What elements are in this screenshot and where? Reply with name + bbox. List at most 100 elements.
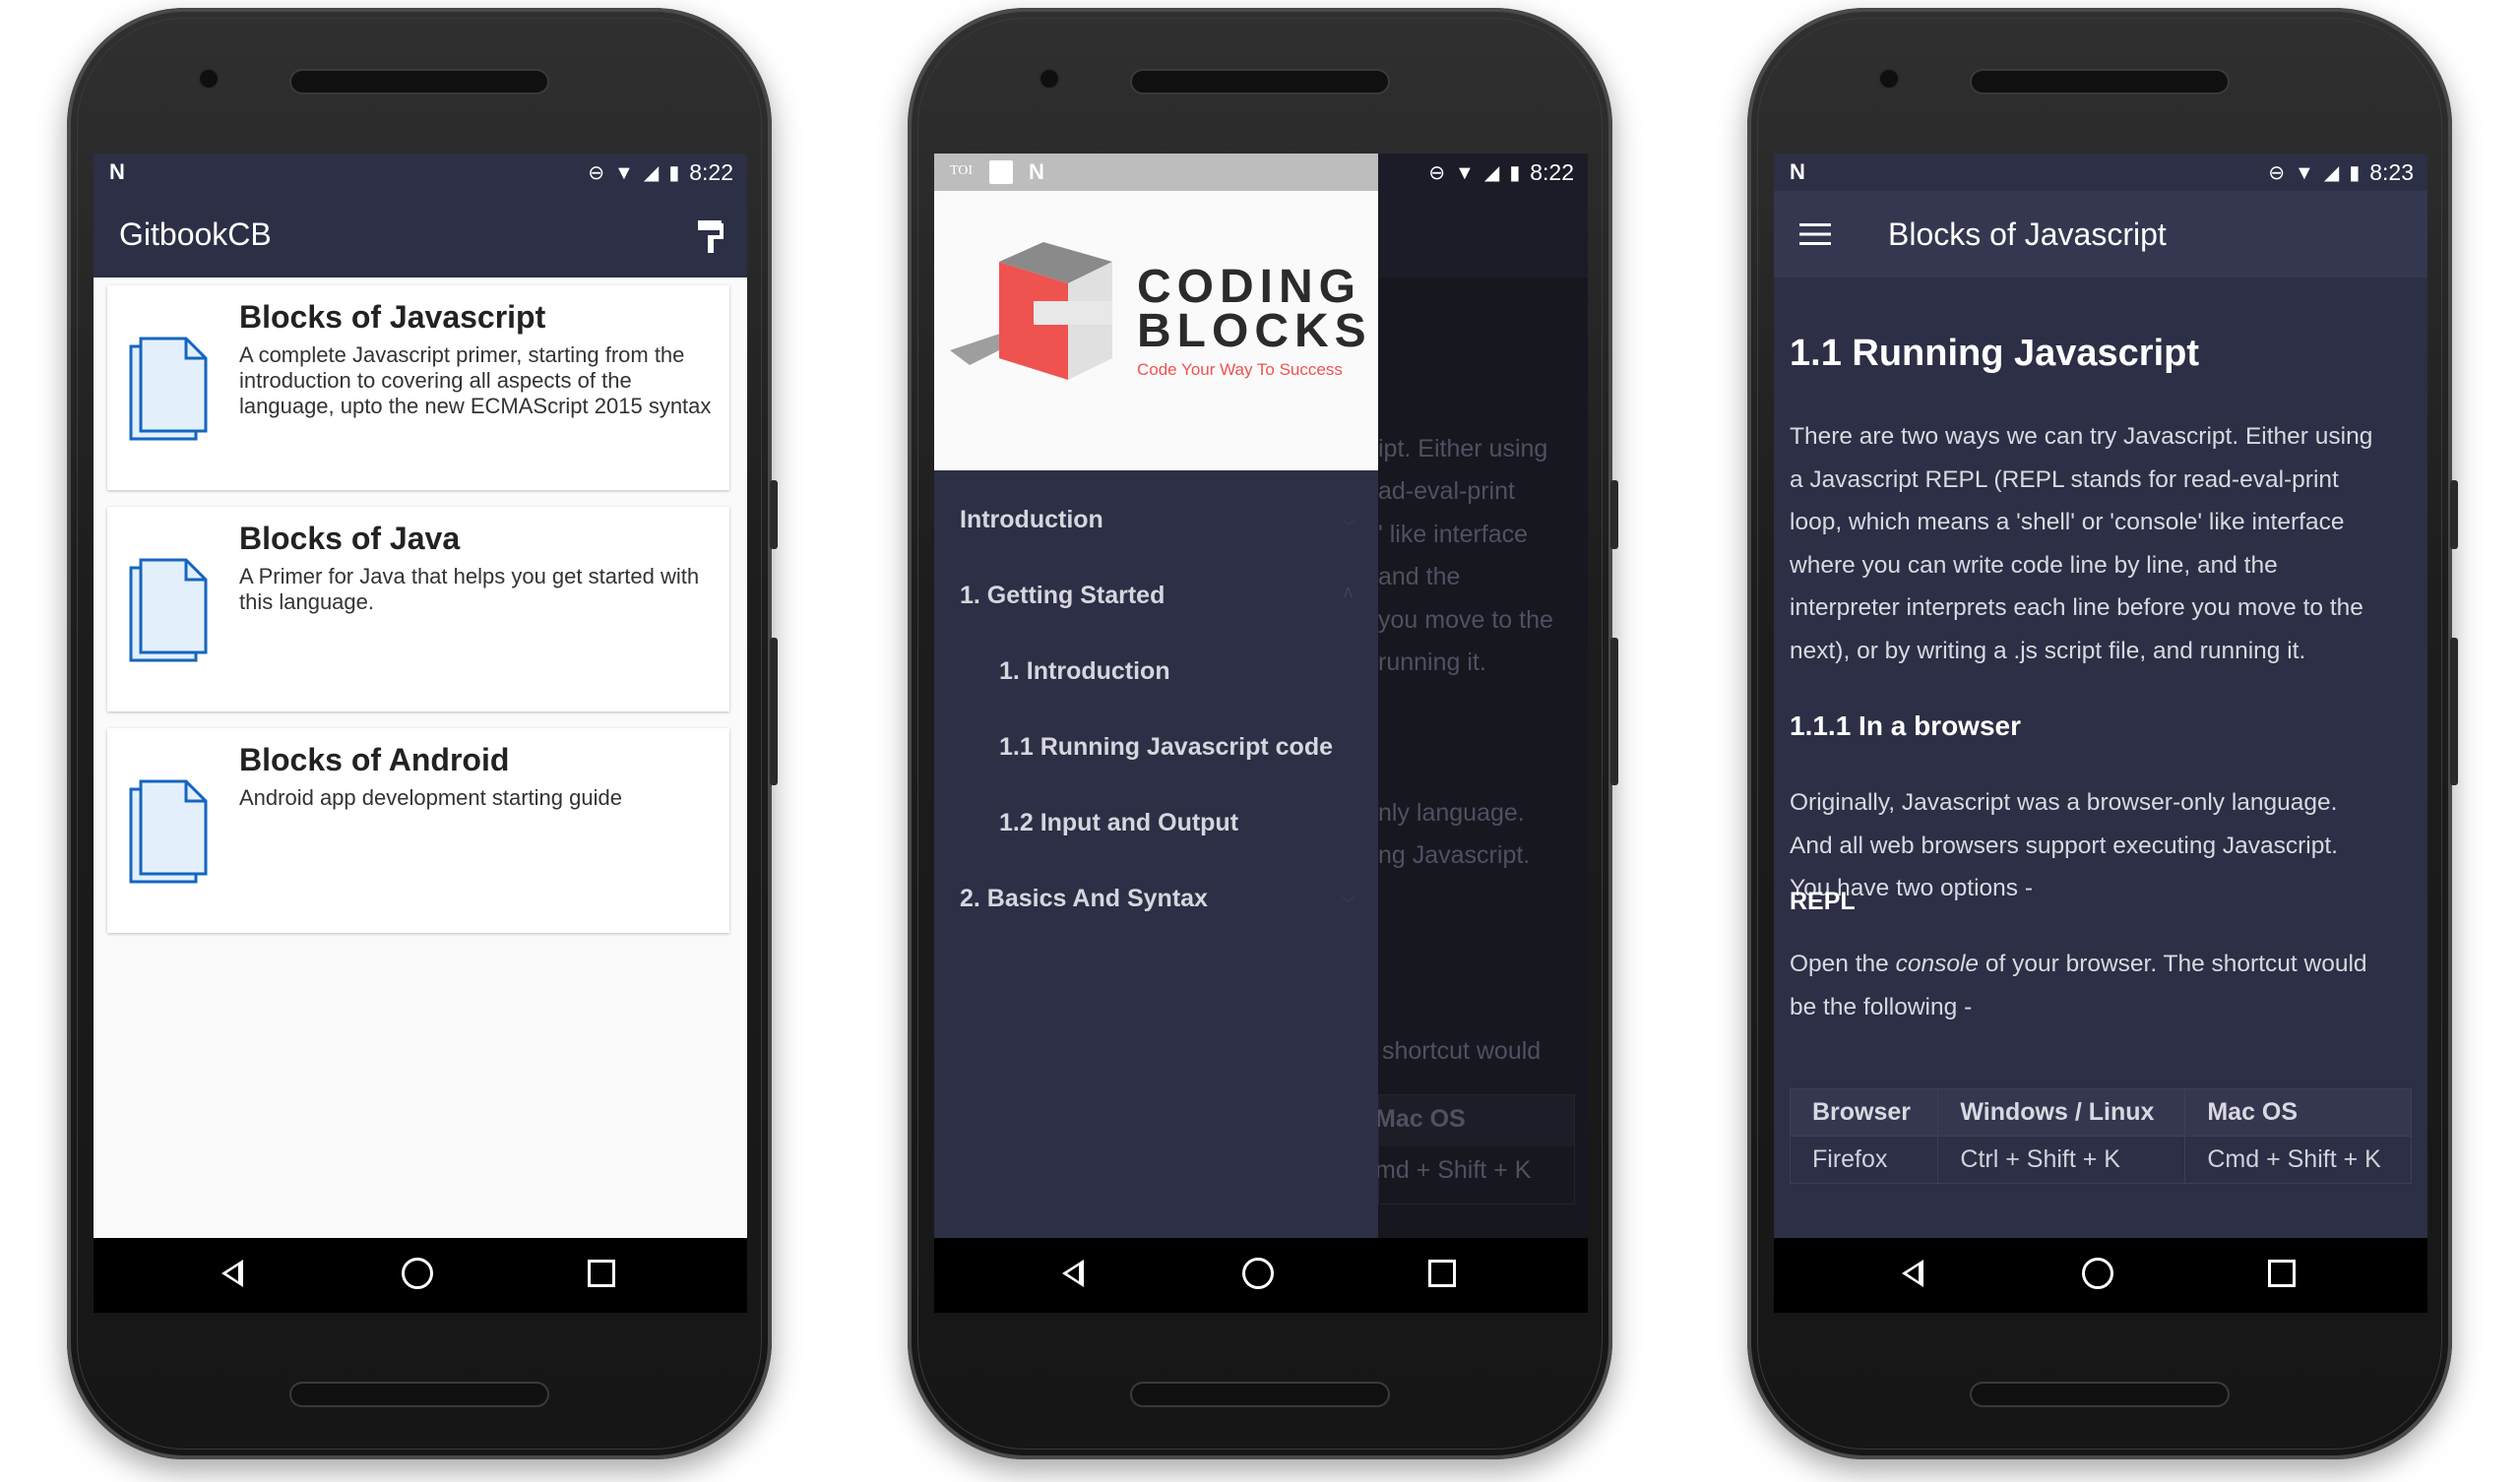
screen: ⊖ ▼ ◢ ▮ 8:22 ipt. Either using ad-eval-p…	[934, 154, 1588, 1313]
table-header-row: Browser Windows / Linux Mac OS	[1789, 1088, 2412, 1137]
volume-button	[1610, 638, 1618, 785]
dimmed-content: ipt. Either using ad-eval-print ' like i…	[1375, 278, 1588, 1238]
front-camera	[1880, 70, 1898, 88]
home-icon[interactable]	[402, 1258, 433, 1289]
behind-text: ipt. Either using	[1378, 435, 1548, 463]
behind-text: Mac OS	[1375, 1105, 1466, 1133]
behind-text: ad-eval-print	[1378, 477, 1515, 505]
toc-item-basics-syntax[interactable]: 2. Basics And Syntax	[960, 885, 1208, 913]
text-line: Originally, Javascript was a browser-onl…	[1790, 789, 2338, 816]
bottom-speaker	[1972, 1384, 2228, 1405]
book-card-java[interactable]: Blocks of Java A Primer for Java that he…	[107, 507, 729, 711]
recents-icon[interactable]	[2268, 1260, 2296, 1287]
behind-text: you move to the	[1378, 606, 1553, 634]
toc-item-input-output[interactable]: 1.2 Input and Output	[999, 809, 1238, 837]
repl-heading: REPL	[1790, 888, 1856, 915]
home-icon[interactable]	[2082, 1258, 2113, 1289]
top-speaker	[1132, 71, 1388, 93]
recents-icon[interactable]	[1428, 1260, 1456, 1287]
text-line: You have two options -	[1790, 875, 2033, 901]
battery-icon: ▮	[668, 161, 680, 184]
paragraph: There are two ways we can try Javascript…	[1790, 415, 2420, 672]
status-bar: N ⊖ ▼ ◢ ▮ 8:22	[94, 154, 747, 191]
navigation-drawer: TOI N CODING BLOCKS Code Your Way To Suc…	[934, 154, 1378, 1238]
power-button	[2450, 480, 2458, 549]
power-button	[770, 480, 778, 549]
signal-icon: ◢	[1483, 161, 1500, 184]
back-icon[interactable]	[1902, 1260, 1923, 1287]
toc-item-getting-started[interactable]: 1. Getting Started	[960, 582, 1165, 610]
book-card-javascript[interactable]: Blocks of Javascript A complete Javascri…	[107, 285, 729, 490]
back-icon[interactable]	[221, 1260, 243, 1287]
behind-text: shortcut would	[1382, 1037, 1542, 1065]
drawer-header: CODING BLOCKS Code Your Way To Success	[934, 191, 1378, 470]
front-camera	[200, 70, 218, 88]
system-nav-bar	[934, 1238, 1588, 1313]
text-line: where you can write code line by line, a…	[1790, 551, 2278, 579]
behind-text: nly language.	[1378, 799, 1525, 827]
bottom-speaker	[1132, 1384, 1388, 1405]
battery-icon: ▮	[1509, 161, 1521, 184]
logo-line-2: BLOCKS	[1137, 305, 1372, 357]
document-icon	[129, 558, 208, 662]
behind-text: md + Shift + K	[1375, 1156, 1532, 1184]
power-button	[1610, 480, 1618, 549]
table-header: Browser	[1789, 1088, 1939, 1137]
top-speaker	[291, 71, 547, 93]
screen: N ⊖ ▼ ◢ ▮ 8:23 Blocks of Javascript 1.1 …	[1774, 154, 2427, 1313]
bottom-speaker	[291, 1384, 547, 1405]
chevron-down-icon[interactable]: ⌵	[1342, 887, 1355, 907]
table-header: Windows / Linux	[1937, 1088, 2186, 1137]
table-header: Mac OS	[2184, 1088, 2412, 1137]
recents-icon[interactable]	[588, 1260, 615, 1287]
chevron-down-icon[interactable]: ⌵	[1342, 510, 1355, 530]
toi-icon: TOI	[950, 163, 974, 178]
document-icon	[129, 779, 208, 884]
toc-item-sub-introduction[interactable]: 1. Introduction	[999, 657, 1170, 686]
behind-text: ' like interface	[1378, 521, 1529, 548]
back-icon[interactable]	[1062, 1260, 1084, 1287]
text-line: interpreter interprets each line before …	[1790, 594, 2363, 621]
table-cell: Firefox	[1789, 1136, 1939, 1184]
coding-blocks-logo	[950, 242, 1112, 380]
dnd-icon: ⊖	[1428, 161, 1446, 184]
paint-roller-icon[interactable]	[696, 218, 725, 254]
wifi-icon: ▼	[1455, 161, 1475, 184]
white-square-icon	[989, 160, 1013, 184]
status-time: 8:22	[689, 159, 733, 185]
text-line: a Javascript REPL (REPL stands for read-…	[1790, 465, 2339, 493]
card-description: Android app development starting guide	[239, 785, 622, 810]
table-cell: Cmd + Shift + K	[2184, 1136, 2412, 1184]
chevron-up-icon[interactable]: ∧	[1342, 582, 1354, 602]
logo-tagline: Code Your Way To Success	[1137, 360, 1343, 379]
card-title: Blocks of Javascript	[239, 299, 546, 335]
status-time: 8:22	[1530, 159, 1574, 185]
status-time: 8:23	[2369, 159, 2414, 185]
home-icon[interactable]	[1242, 1258, 1274, 1289]
text-line: Open the console of your browser. The sh…	[1790, 943, 2420, 986]
notification-n-icon: N	[109, 159, 125, 184]
phone-1: N ⊖ ▼ ◢ ▮ 8:22 GitbookCB Blocks of Javas…	[67, 8, 778, 1459]
text-line: be the following -	[1790, 993, 1973, 1020]
text-span: Open the	[1790, 951, 1896, 977]
signal-icon: ◢	[2323, 161, 2340, 184]
text-span: of your browser. The shortcut would	[1979, 951, 2367, 977]
app-title: GitbookCB	[119, 216, 272, 252]
signal-icon: ◢	[643, 161, 660, 184]
battery-icon: ▮	[2349, 161, 2361, 184]
menu-icon[interactable]	[1799, 222, 1831, 246]
behind-text: running it.	[1378, 648, 1486, 676]
behind-text: ng Javascript.	[1378, 841, 1531, 869]
document-icon	[129, 337, 208, 441]
toc-item-introduction[interactable]: Introduction	[960, 506, 1103, 534]
text-line: There are two ways we can try Javascript…	[1790, 423, 2373, 450]
screen: N ⊖ ▼ ◢ ▮ 8:22 GitbookCB Blocks of Javas…	[94, 154, 747, 1313]
front-camera	[1040, 70, 1058, 88]
toc-item-running-javascript[interactable]: 1.1 Running Javascript code	[999, 733, 1333, 762]
emphasis-text: console	[1895, 951, 1980, 977]
book-card-android[interactable]: Blocks of Android Android app developmen…	[107, 728, 729, 933]
text-line: And all web browsers support executing J…	[1790, 832, 2338, 859]
wifi-icon: ▼	[614, 161, 634, 184]
notification-n-icon: N	[1029, 159, 1044, 184]
book-list: Blocks of Javascript A complete Javascri…	[94, 278, 747, 1238]
